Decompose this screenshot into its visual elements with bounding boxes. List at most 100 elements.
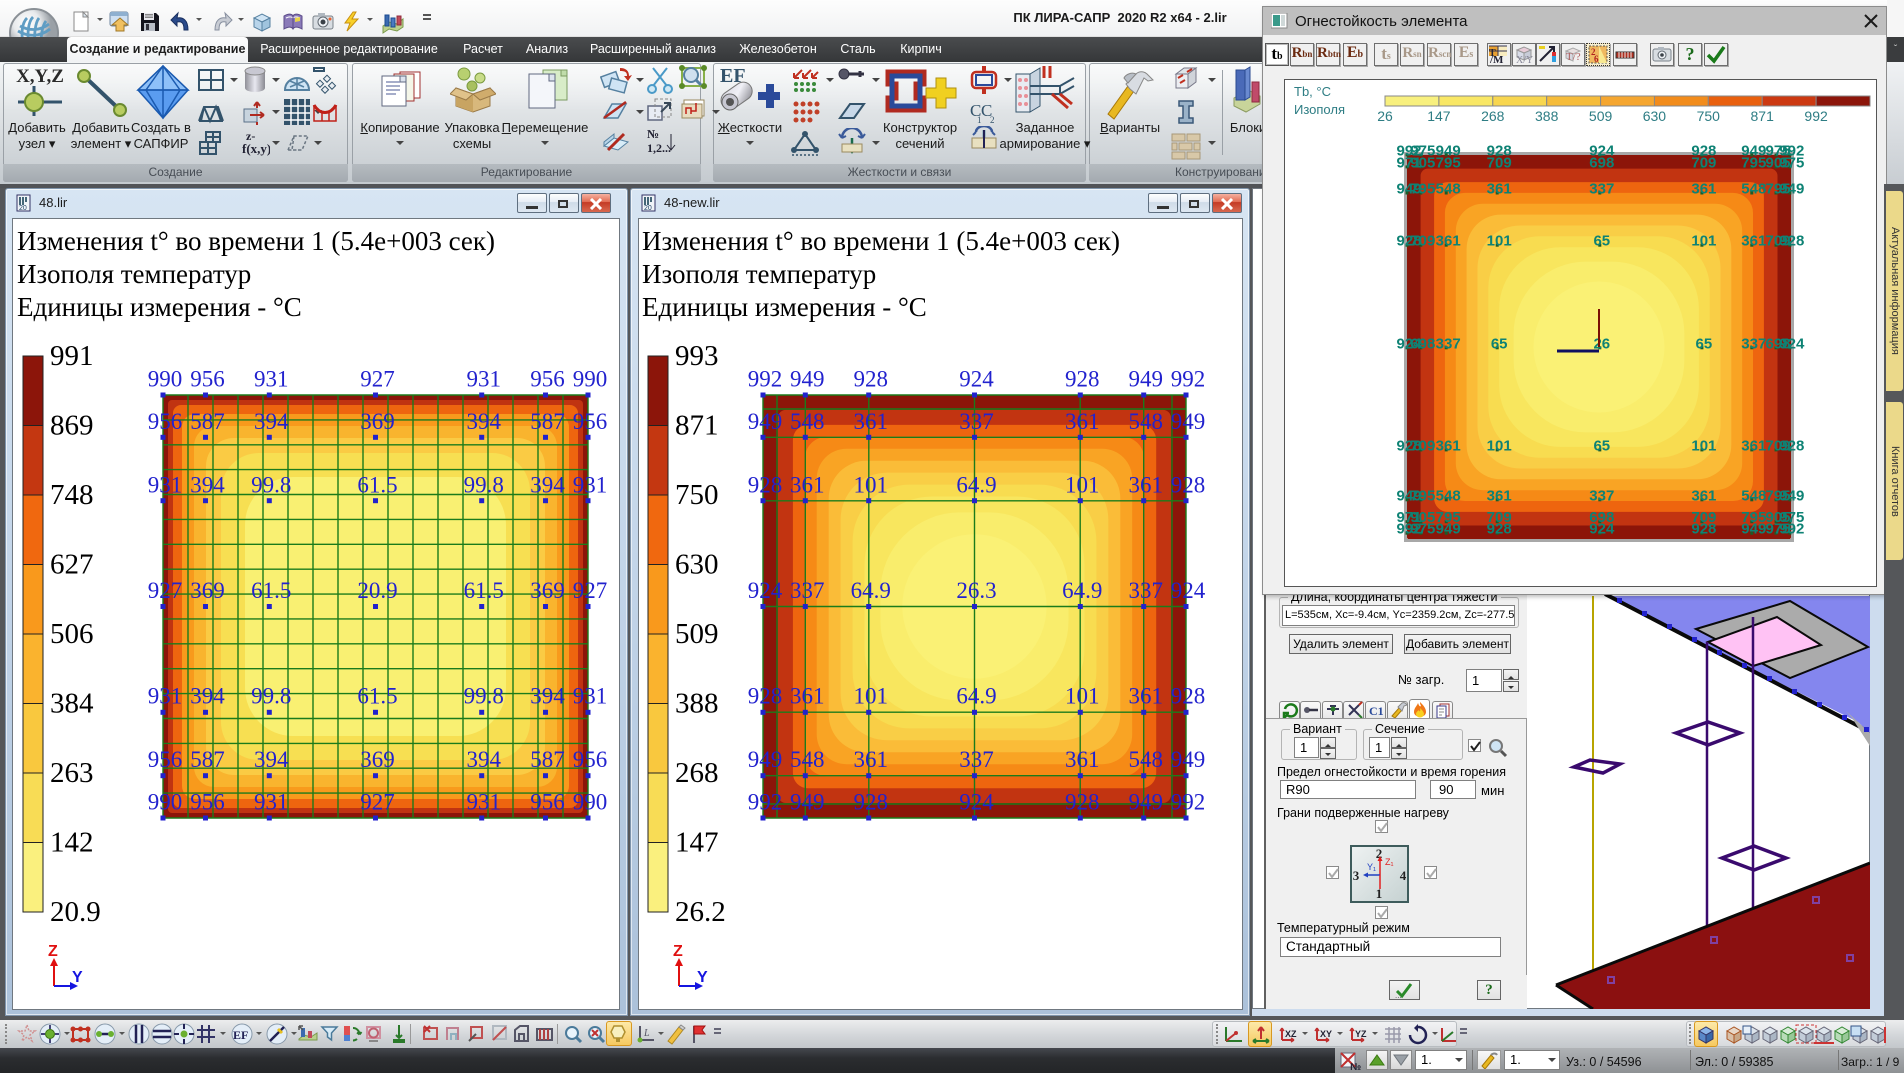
svg-text:361: 361 xyxy=(790,472,825,497)
svg-text:101: 101 xyxy=(1065,472,1100,497)
svg-text:931: 931 xyxy=(254,367,289,392)
svg-text:337: 337 xyxy=(790,578,825,603)
svg-text:361: 361 xyxy=(1691,487,1716,504)
svg-text:64.9: 64.9 xyxy=(956,684,996,709)
svg-text:Y: Y xyxy=(72,969,83,986)
svg-text:20: 20 xyxy=(19,205,27,212)
svg-text:Z₁: Z₁ xyxy=(1385,857,1394,867)
svg-text:361: 361 xyxy=(1487,487,1512,504)
svg-text:949: 949 xyxy=(1436,521,1461,538)
svg-text:709: 709 xyxy=(1410,233,1435,250)
svg-text:...: ... xyxy=(1395,991,1402,999)
svg-text:394: 394 xyxy=(530,472,565,497)
svg-text:L: L xyxy=(643,1028,650,1039)
svg-text:709: 709 xyxy=(1691,154,1716,171)
svg-text:956: 956 xyxy=(190,790,225,815)
svg-text:361: 361 xyxy=(1065,747,1100,772)
svg-text:975: 975 xyxy=(1410,521,1435,538)
svg-text:927: 927 xyxy=(360,790,395,815)
svg-text:64.9: 64.9 xyxy=(1062,578,1102,603)
svg-text:548: 548 xyxy=(1741,487,1766,504)
svg-text:949: 949 xyxy=(1741,521,1766,538)
svg-text:101: 101 xyxy=(1065,684,1100,709)
svg-text:990: 990 xyxy=(148,790,183,815)
svg-text:975: 975 xyxy=(1779,154,1804,171)
svg-text:Y₁: Y₁ xyxy=(1367,862,1376,872)
svg-text:65: 65 xyxy=(1593,233,1610,250)
svg-text:99.8: 99.8 xyxy=(464,684,504,709)
svg-text:394: 394 xyxy=(467,747,502,772)
svg-text:101: 101 xyxy=(854,684,889,709)
svg-text:924: 924 xyxy=(1779,335,1805,352)
svg-text:927: 927 xyxy=(148,578,183,603)
svg-text:361: 361 xyxy=(1128,684,1163,709)
svg-text:548: 548 xyxy=(1436,181,1461,198)
svg-text:263: 263 xyxy=(50,757,94,789)
svg-text:956: 956 xyxy=(148,409,183,434)
svg-text:61.5: 61.5 xyxy=(357,684,397,709)
svg-text:361: 361 xyxy=(1065,409,1100,434)
svg-text:65: 65 xyxy=(1593,437,1610,454)
svg-text:101: 101 xyxy=(1691,233,1716,250)
svg-text:№: № xyxy=(647,127,659,141)
svg-text:1: 1 xyxy=(1376,886,1383,901)
svg-text:101: 101 xyxy=(854,472,889,497)
svg-text:142: 142 xyxy=(50,827,94,859)
svg-text:956: 956 xyxy=(530,790,565,815)
svg-text:101: 101 xyxy=(1691,437,1716,454)
svg-text:506: 506 xyxy=(50,618,94,650)
svg-text:26: 26 xyxy=(1377,108,1393,124)
svg-text:698: 698 xyxy=(1410,335,1435,352)
svg-text:548: 548 xyxy=(1436,487,1461,504)
svg-text:64.9: 64.9 xyxy=(851,578,891,603)
svg-text:924: 924 xyxy=(959,790,994,815)
svg-text:f(x,y): f(x,y) xyxy=(242,141,270,156)
svg-text:928: 928 xyxy=(1171,684,1206,709)
svg-text:905: 905 xyxy=(1410,154,1435,171)
svg-text:956: 956 xyxy=(530,367,565,392)
svg-text:587: 587 xyxy=(530,409,565,434)
svg-text:928: 928 xyxy=(1691,521,1716,538)
svg-text:949: 949 xyxy=(1779,487,1804,504)
svg-text:361: 361 xyxy=(854,747,889,772)
svg-text:369: 369 xyxy=(360,747,395,772)
svg-text:630: 630 xyxy=(1643,108,1667,124)
svg-text:361: 361 xyxy=(1436,233,1461,250)
svg-text:795: 795 xyxy=(1741,154,1766,171)
svg-text:361: 361 xyxy=(1436,437,1461,454)
svg-text:64.9: 64.9 xyxy=(956,472,996,497)
svg-text:931: 931 xyxy=(573,684,608,709)
svg-text:931: 931 xyxy=(148,684,183,709)
svg-text:361: 361 xyxy=(1741,437,1766,454)
svg-text:4: 4 xyxy=(1400,868,1407,883)
svg-text:X/Y: X/Y xyxy=(1516,55,1533,65)
svg-text:928: 928 xyxy=(748,472,783,497)
svg-text:548: 548 xyxy=(1741,181,1766,198)
svg-text:548: 548 xyxy=(1128,409,1163,434)
svg-text:990: 990 xyxy=(573,367,608,392)
svg-text:924: 924 xyxy=(959,367,994,392)
svg-text:3: 3 xyxy=(1353,868,1360,883)
svg-text:927: 927 xyxy=(573,578,608,603)
svg-text:394: 394 xyxy=(467,409,502,434)
svg-text:369: 369 xyxy=(190,578,225,603)
svg-text:T/?: T/? xyxy=(1566,51,1581,63)
svg-text:337: 337 xyxy=(1436,335,1461,352)
svg-text:956: 956 xyxy=(190,367,225,392)
svg-text:YZ: YZ xyxy=(1355,1029,1367,1039)
svg-text:101: 101 xyxy=(1487,233,1512,250)
svg-text:627: 627 xyxy=(50,549,94,581)
svg-text:587: 587 xyxy=(530,747,565,772)
svg-text:384: 384 xyxy=(50,688,94,720)
svg-text:509: 509 xyxy=(1589,108,1613,124)
svg-text:61.5: 61.5 xyxy=(464,578,504,603)
svg-text:869: 869 xyxy=(50,410,94,442)
svg-text:337: 337 xyxy=(959,409,994,434)
svg-text:949: 949 xyxy=(1171,409,1206,434)
svg-text:949: 949 xyxy=(790,367,825,392)
svg-text:337: 337 xyxy=(959,747,994,772)
svg-text:1,2...: 1,2... xyxy=(647,141,671,155)
svg-text:65: 65 xyxy=(1491,335,1508,352)
svg-text:928: 928 xyxy=(1065,790,1100,815)
svg-text:Y: Y xyxy=(697,969,708,986)
